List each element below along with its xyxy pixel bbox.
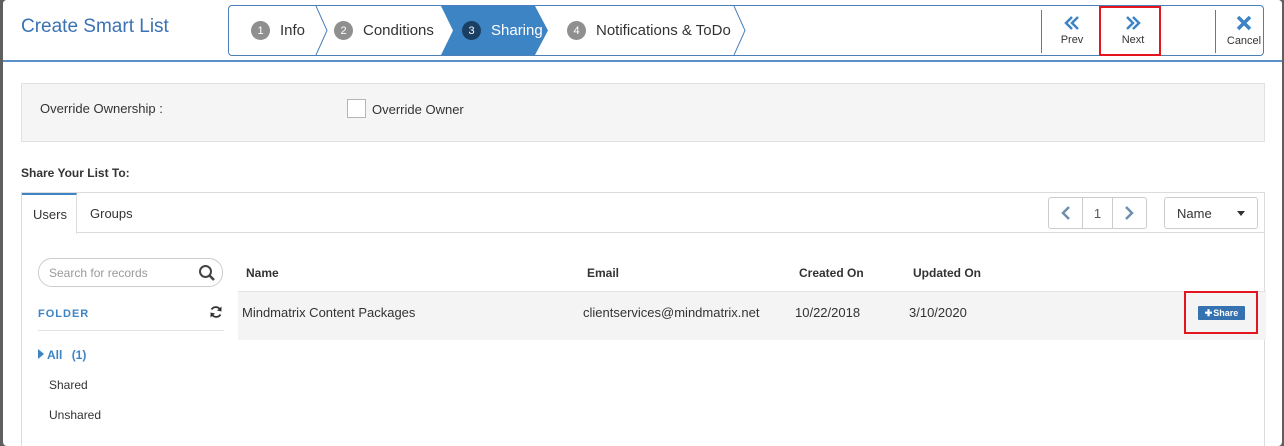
step-number: 1 xyxy=(251,21,270,40)
override-owner-label[interactable]: Override Owner xyxy=(372,102,464,117)
step-conditions[interactable]: 2 Conditions xyxy=(334,6,434,55)
cancel-button[interactable]: Cancel xyxy=(1219,6,1269,55)
prev-button[interactable]: Prev xyxy=(1047,6,1097,55)
prev-page-button[interactable] xyxy=(1049,198,1082,228)
step-separator-icon xyxy=(733,6,746,55)
caret-down-icon xyxy=(1237,211,1245,216)
divider xyxy=(1041,10,1042,53)
folder-item-all[interactable]: All (1) xyxy=(38,348,86,362)
next-highlight-box xyxy=(1099,6,1161,56)
folder-heading: FOLDER xyxy=(38,308,90,320)
override-ownership-label: Override Ownership : xyxy=(40,101,163,116)
step-label: Sharing xyxy=(491,22,543,39)
search-placeholder: Search for records xyxy=(49,266,148,280)
folder-count: (1) xyxy=(71,348,87,362)
divider xyxy=(38,330,224,331)
column-header-created-on[interactable]: Created On xyxy=(799,266,864,280)
chevron-left-icon xyxy=(1060,206,1070,220)
close-icon xyxy=(1236,15,1252,30)
table-row: Mindmatrix Content Packages clientservic… xyxy=(238,291,1266,340)
override-owner-checkbox[interactable] xyxy=(347,99,366,118)
row-email: clientservices@mindmatrix.net xyxy=(583,305,760,320)
share-section-title: Share Your List To: xyxy=(21,166,130,180)
step-info[interactable]: 1 Info xyxy=(251,6,305,55)
divider xyxy=(1215,10,1216,53)
chevron-right-icon xyxy=(1125,206,1135,220)
next-page-button[interactable] xyxy=(1113,198,1146,228)
double-chevron-left-icon xyxy=(1064,15,1079,30)
prev-label: Prev xyxy=(1060,33,1084,46)
column-header-updated-on[interactable]: Updated On xyxy=(913,266,981,280)
row-updated-on: 3/10/2020 xyxy=(909,305,967,320)
column-header-name[interactable]: Name xyxy=(246,266,279,280)
tab-groups[interactable]: Groups xyxy=(90,193,133,233)
step-sharing[interactable]: 3 Sharing xyxy=(441,6,548,55)
search-icon[interactable] xyxy=(198,264,216,282)
step-number: 2 xyxy=(334,21,353,40)
row-created-on: 10/22/2018 xyxy=(795,305,861,320)
folder-item-shared[interactable]: Shared xyxy=(49,378,88,392)
column-header-email[interactable]: Email xyxy=(587,266,619,280)
step-number: 3 xyxy=(462,21,481,40)
step-number: 4 xyxy=(567,21,586,40)
current-page[interactable]: 1 xyxy=(1082,198,1113,228)
folder-label: All xyxy=(47,348,63,362)
share-highlight-box xyxy=(1184,291,1258,334)
folder-item-unshared[interactable]: Unshared xyxy=(49,408,101,422)
pagination: 1 xyxy=(1048,197,1147,229)
create-smart-list-dialog: Create Smart List 1 Info 2 Conditions 3 … xyxy=(3,0,1282,446)
share-panel: Users Groups 1 Name Search for records F… xyxy=(21,192,1266,446)
refresh-icon[interactable] xyxy=(209,305,223,319)
search-input[interactable]: Search for records xyxy=(38,258,223,287)
dialog-header: Create Smart List 1 Info 2 Conditions 3 … xyxy=(3,0,1282,62)
caret-right-icon xyxy=(38,349,44,359)
step-separator-icon xyxy=(315,6,328,55)
override-ownership-section: Override Ownership : Override Owner xyxy=(21,83,1265,142)
sort-value: Name xyxy=(1177,205,1212,221)
step-notifications[interactable]: 4 Notifications & ToDo xyxy=(567,6,731,55)
dialog-title: Create Smart List xyxy=(21,16,169,37)
cancel-label: Cancel xyxy=(1226,34,1262,47)
row-name: Mindmatrix Content Packages xyxy=(242,305,416,320)
step-label: Notifications & ToDo xyxy=(596,22,731,39)
step-label: Conditions xyxy=(363,22,434,39)
tab-users[interactable]: Users xyxy=(22,193,77,234)
step-label: Info xyxy=(280,22,306,39)
sort-select[interactable]: Name xyxy=(1164,197,1258,229)
share-tabs: Users Groups 1 Name xyxy=(22,193,1264,234)
